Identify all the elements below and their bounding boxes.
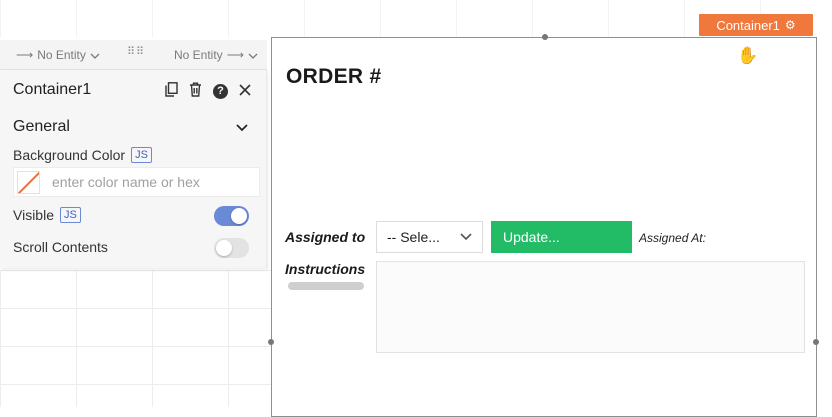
arrow-right-icon: ⟶ — [226, 48, 244, 62]
toggle-knob — [216, 240, 232, 256]
instructions-textarea[interactable] — [376, 261, 805, 353]
background-color-input[interactable]: enter color name or hex — [13, 167, 260, 197]
help-icon[interactable]: ? — [213, 83, 228, 99]
entity-selector-left[interactable]: ⟶ No Entity — [16, 48, 100, 62]
entity-bar: ⟶ No Entity ⠿⠿ No Entity ⟶ — [0, 40, 267, 70]
hand-cursor-icon: ✋ — [737, 46, 759, 65]
js-toggle-badge[interactable]: JS — [131, 147, 152, 163]
drag-handle-icon[interactable]: ⠿⠿ — [127, 47, 145, 58]
widget-name-tag[interactable]: Container1 ⚙ — [699, 14, 813, 36]
resize-handle-left[interactable] — [268, 339, 274, 345]
assigned-at-label: Assigned At: — [639, 231, 706, 245]
order-title: ORDER # — [286, 65, 382, 88]
chevron-down-icon — [248, 48, 258, 62]
resize-handle-top[interactable] — [542, 34, 548, 40]
toggle-knob — [231, 208, 247, 224]
update-button[interactable]: Update... — [491, 221, 632, 253]
widget-name-label: Container1 — [716, 17, 780, 33]
color-input-placeholder: enter color name or hex — [52, 174, 200, 190]
visible-label: Visible JS — [13, 207, 81, 223]
assignee-select-value: -- Sele... — [387, 229, 440, 245]
arrow-right-icon: ⟶ — [16, 48, 34, 62]
visible-toggle[interactable] — [214, 206, 249, 226]
scroll-contents-label: Scroll Contents — [13, 239, 108, 255]
chevron-down-icon — [460, 230, 472, 244]
canvas-grid — [0, 270, 272, 407]
container-widget[interactable]: ORDER # Assigned to -- Sele... Update...… — [268, 34, 819, 417]
property-pane: Container1 ? General Background Color JS… — [0, 70, 267, 268]
entity-left-label: No Entity — [37, 48, 86, 62]
entity-right-label: No Entity — [174, 48, 223, 62]
editor-canvas: Container1 ⚙ ORDER # Assigned to -- Sele… — [0, 0, 832, 417]
loading-placeholder-bar — [288, 282, 364, 290]
scroll-contents-toggle[interactable] — [214, 238, 249, 258]
delete-icon[interactable] — [189, 82, 202, 100]
chevron-down-icon[interactable] — [236, 120, 248, 135]
gear-icon[interactable]: ⚙ — [785, 18, 796, 32]
close-icon[interactable] — [239, 83, 251, 99]
scroll-contents-label-text: Scroll Contents — [13, 239, 108, 255]
entity-selector-right[interactable]: No Entity ⟶ — [174, 48, 258, 62]
pane-title: Container1 — [13, 81, 92, 98]
background-color-label: Background Color JS — [13, 147, 152, 163]
assignee-select[interactable]: -- Sele... — [376, 221, 483, 253]
assigned-to-label: Assigned to — [285, 229, 366, 245]
js-toggle-badge[interactable]: JS — [60, 207, 81, 223]
color-swatch[interactable] — [17, 170, 40, 194]
pane-actions: ? — [165, 82, 251, 100]
visible-label-text: Visible — [13, 207, 54, 223]
chevron-down-icon — [90, 48, 100, 62]
resize-handle-right[interactable] — [813, 339, 819, 345]
background-color-label-text: Background Color — [13, 147, 126, 163]
instructions-label: Instructions — [285, 261, 366, 277]
copy-icon[interactable] — [165, 82, 178, 100]
section-general-title[interactable]: General — [13, 118, 70, 136]
